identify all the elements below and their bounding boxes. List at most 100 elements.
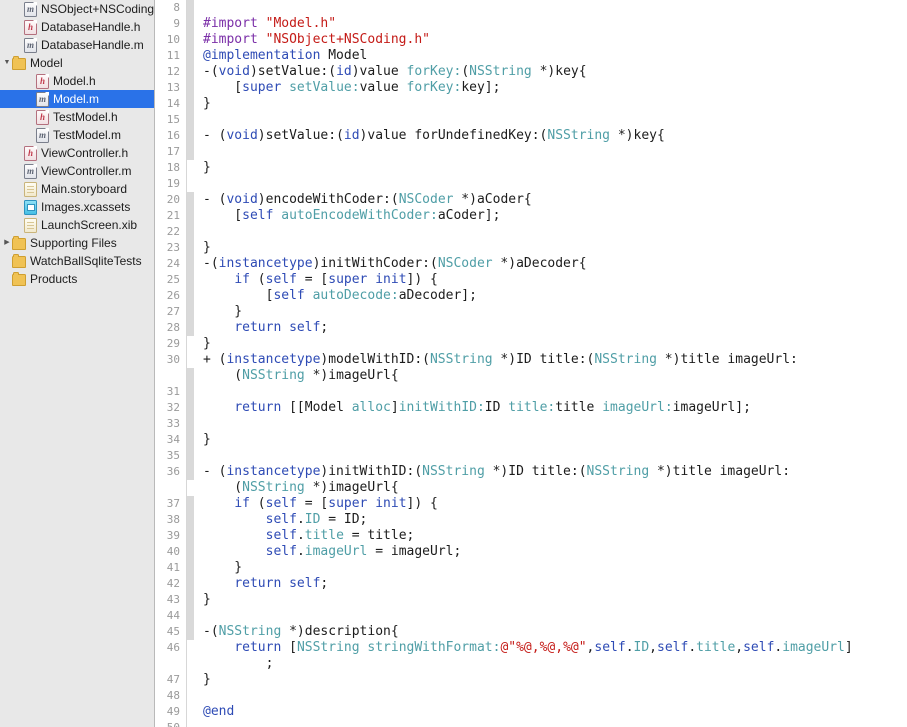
code-line[interactable]: return self;	[203, 320, 853, 336]
code-line[interactable]: #import "NSObject+NSCoding.h"	[203, 32, 853, 48]
fold-ribbon-segment[interactable]	[187, 0, 194, 160]
navigator-item-products[interactable]: Products	[0, 270, 154, 288]
code-token-cls: NSString	[429, 352, 493, 367]
code-line[interactable]	[203, 112, 853, 128]
code-line[interactable]: #import "Model.h"	[203, 16, 853, 32]
code-line[interactable]: @end	[203, 704, 853, 720]
navigator-item-label: NSObject+NSCoding.m	[41, 2, 154, 16]
code-line[interactable]	[203, 720, 853, 727]
navigator-item-testmodel-m[interactable]: m TestModel.m	[0, 126, 154, 144]
navigator-item-databasehandle-h[interactable]: h DatabaseHandle.h	[0, 18, 154, 36]
line-number: 29	[166, 337, 180, 350]
navigator-item-model-m[interactable]: m Model.m	[0, 90, 154, 108]
navigator-item-label: Supporting Files	[30, 236, 117, 250]
code-line[interactable]: }	[203, 160, 853, 176]
code-line[interactable]: }	[203, 240, 853, 256]
navigator-item-testmodel-h[interactable]: h TestModel.h	[0, 108, 154, 126]
navigator-item-model[interactable]: ▼ Model	[0, 54, 154, 72]
line-number: 11	[166, 49, 180, 62]
navigator-item-model-h[interactable]: h Model.h	[0, 72, 154, 90]
navigator-item-viewcontroller-h[interactable]: h ViewController.h	[0, 144, 154, 162]
line-number: 47	[166, 673, 180, 686]
code-token-kw: id	[336, 64, 352, 79]
navigator-item-viewcontroller-m[interactable]: m ViewController.m	[0, 162, 154, 180]
code-line[interactable]: self.title = title;	[203, 528, 853, 544]
code-folding-ribbon[interactable]	[186, 0, 194, 727]
code-line[interactable]: [self autoDecode:aDecoder];	[203, 288, 853, 304]
navigator-item-launchscreen-xib[interactable]: LaunchScreen.xib	[0, 216, 154, 234]
code-line[interactable]: }	[203, 560, 853, 576]
fold-ribbon-segment[interactable]	[187, 192, 194, 336]
code-line[interactable]: + (instancetype)modelWithID:(NSString *)…	[203, 352, 853, 368]
disclosure-closed-icon[interactable]: ▶	[2, 234, 12, 252]
code-token-plain: }	[203, 304, 243, 319]
navigator-item-label: ViewController.m	[41, 164, 132, 178]
project-navigator[interactable]: m NSObject+NSCoding.m h DatabaseHandle.h m Da…	[0, 0, 155, 727]
code-line[interactable]	[203, 144, 853, 160]
navigator-item-label: Main.storyboard	[41, 182, 128, 196]
code-token-plain: ,	[735, 640, 744, 655]
navigator-item-nsobject-nscoding-m[interactable]: m NSObject+NSCoding.m	[0, 0, 154, 18]
code-line[interactable]: }	[203, 432, 853, 448]
code-token-plain: )encodeWithCoder:(	[257, 192, 399, 207]
code-token-kw: return	[234, 640, 282, 655]
navigator-item-supporting-files[interactable]: ▶ Supporting Files	[0, 234, 154, 252]
code-line[interactable]: if (self = [super init]) {	[203, 496, 853, 512]
code-line[interactable]	[203, 176, 853, 192]
code-token-pre: #import	[203, 32, 266, 47]
code-line[interactable]: self.imageUrl = imageUrl;	[203, 544, 853, 560]
code-line[interactable]	[203, 0, 853, 16]
code-line[interactable]: (NSString *)imageUrl{	[203, 480, 853, 496]
code-line[interactable]: if (self = [super init]) {	[203, 272, 853, 288]
code-line[interactable]: [self autoEncodeWithCoder:aCoder];	[203, 208, 853, 224]
code-line[interactable]: }	[203, 96, 853, 112]
code-token-msg: title	[304, 528, 344, 543]
code-line[interactable]: [super setValue:value forKey:key];	[203, 80, 853, 96]
storyboard-file-icon	[24, 181, 37, 197]
code-line[interactable]: }	[203, 672, 853, 688]
code-line[interactable]	[203, 688, 853, 704]
navigator-item-watchballsqlitetests[interactable]: WatchBallSqliteTests	[0, 252, 154, 270]
fold-ribbon-segment[interactable]	[187, 368, 194, 480]
code-line[interactable]: return [NSString stringWithFormat:@"%@,%…	[203, 640, 852, 656]
code-token-cls: NSString	[422, 464, 485, 479]
code-line[interactable]: @implementation Model	[203, 48, 853, 64]
line-number: 9	[173, 17, 180, 30]
code-line[interactable]: }	[203, 592, 853, 608]
line-number: 38	[166, 513, 180, 526]
navigator-item-main-storyboard[interactable]: Main.storyboard	[0, 180, 154, 198]
disclosure-open-icon[interactable]: ▼	[2, 54, 12, 72]
code-token-kw: void	[226, 192, 258, 207]
code-line[interactable]: }	[203, 304, 853, 320]
code-line[interactable]	[203, 448, 853, 464]
navigator-item-databasehandle-m[interactable]: m DatabaseHandle.m	[0, 36, 154, 54]
code-line[interactable]: return self;	[203, 576, 853, 592]
code-line[interactable]: (NSString *)imageUrl{	[203, 368, 853, 384]
code-text[interactable]: #import "Model.h" #import "NSObject+NSCod…	[194, 0, 853, 727]
code-token-plain: - (	[203, 464, 227, 479]
code-line[interactable]: ;	[203, 656, 853, 672]
code-line[interactable]	[203, 416, 853, 432]
code-token-dir: @end	[203, 704, 235, 719]
code-line[interactable]: }	[203, 336, 853, 352]
code-line[interactable]: -(void)setValue:(id)value forKey:(NSStri…	[203, 64, 853, 80]
code-line[interactable]: -(instancetype)initWithCoder:(NSCoder *)…	[203, 256, 853, 272]
code-line[interactable]: - (void)encodeWithCoder:(NSCoder *)aCode…	[203, 192, 853, 208]
navigator-item-images-xcassets[interactable]: Images.xcassets	[0, 198, 154, 216]
code-line[interactable]: return [[Model alloc]initWithID:ID title…	[203, 400, 853, 416]
code-line[interactable]: -(NSString *)description{	[203, 624, 853, 640]
code-line[interactable]: - (instancetype)initWithID:(NSString *)I…	[203, 464, 853, 480]
line-number: 17	[166, 145, 180, 158]
folder-icon	[12, 236, 26, 250]
source-code-editor[interactable]: 8 9 10 11 12 13 14 15 16 17 18 19 20 21 22 23 24 25 26 27 28…	[155, 0, 907, 727]
code-token-kw: self	[265, 272, 297, 287]
code-line[interactable]	[203, 224, 853, 240]
code-line[interactable]	[203, 384, 853, 400]
code-line[interactable]: self.ID = ID;	[203, 512, 853, 528]
fold-ribbon-segment[interactable]	[187, 496, 194, 640]
code-line[interactable]	[203, 608, 853, 624]
code-line[interactable]: - (void)setValue:(id)value forUndefinedK…	[203, 128, 853, 144]
